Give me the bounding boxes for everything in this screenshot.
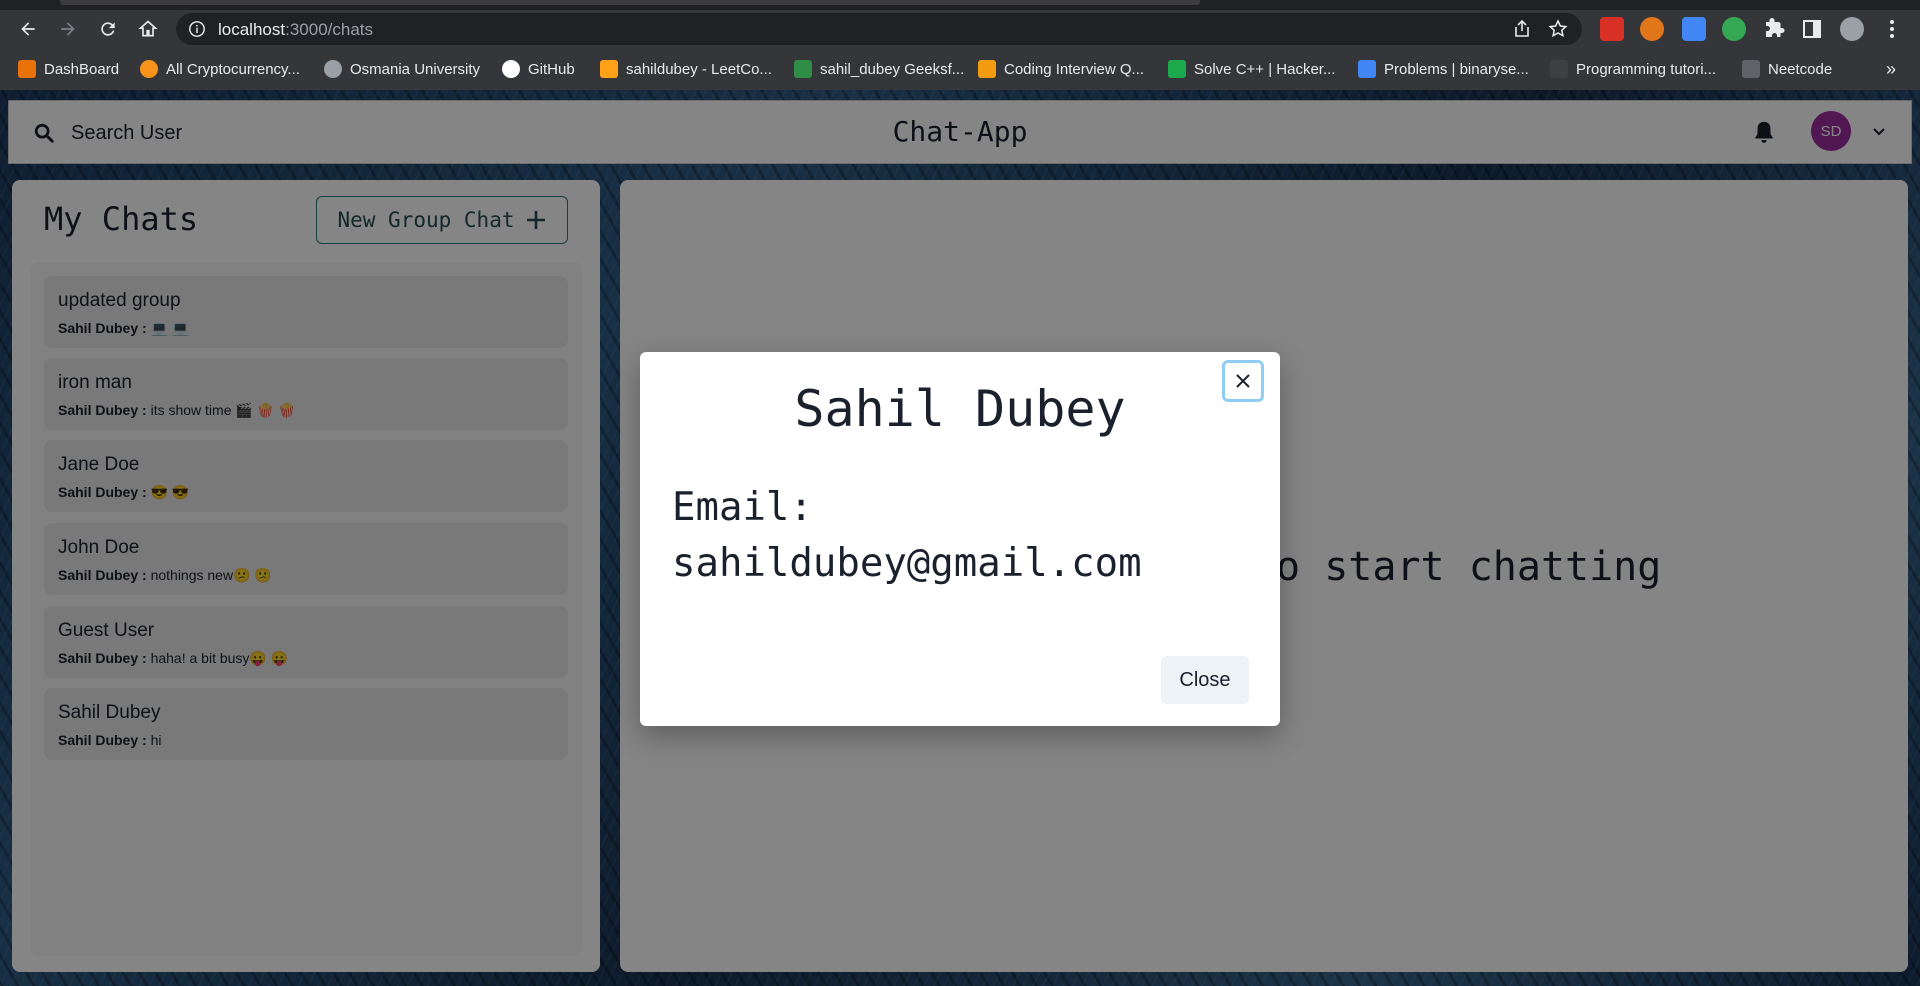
more-bookmarks-icon[interactable]: » xyxy=(1886,59,1896,79)
home-icon[interactable] xyxy=(134,15,162,43)
metamask-icon[interactable] xyxy=(1640,17,1664,41)
bookmark-binarysearch[interactable]: Problems | binaryse... xyxy=(1358,59,1529,79)
share-icon[interactable] xyxy=(1512,19,1532,39)
close-icon xyxy=(1236,374,1250,388)
leetcode-icon xyxy=(600,60,618,78)
modal-email: Email: sahildubey@gmail.com xyxy=(672,480,1252,592)
bookmark-osmania[interactable]: Osmania University xyxy=(324,59,480,79)
bookmark-dashboard[interactable]: DashBoard xyxy=(18,59,119,79)
bookmark-star-icon[interactable] xyxy=(1548,19,1568,39)
globe-icon xyxy=(324,60,342,78)
bitcoin-icon xyxy=(140,60,158,78)
bookmarks-bar: DashBoard All Cryptocurrency... Osmania … xyxy=(0,48,1920,90)
close-button[interactable]: Close xyxy=(1161,656,1249,704)
reload-icon[interactable] xyxy=(94,15,122,43)
hackerrank-icon xyxy=(1168,60,1186,78)
bookmark-neetcode[interactable]: Neetcode xyxy=(1742,59,1832,79)
bookmark-hackerrank[interactable]: Solve C++ | Hacker... xyxy=(1168,59,1335,79)
extension-icon-1[interactable] xyxy=(1600,17,1624,41)
email-label: Email: xyxy=(672,485,813,530)
bookmark-coding-interview[interactable]: Coding Interview Q... xyxy=(978,59,1144,79)
bookmark-leetcode[interactable]: sahildubey - LeetCo... xyxy=(600,59,772,79)
geeksforgeeks-icon xyxy=(794,60,812,78)
neetcode-icon xyxy=(1742,60,1760,78)
tab-scroll xyxy=(60,0,1200,5)
bookmark-crypto[interactable]: All Cryptocurrency... xyxy=(140,59,300,79)
address-bar[interactable]: localhost:3000/chats xyxy=(176,13,1582,45)
github-icon xyxy=(502,60,520,78)
bookmark-geeksforgeeks[interactable]: sahil_dubey Geeksf... xyxy=(794,59,964,79)
profile-modal: Sahil Dubey Email: sahildubey@gmail.com … xyxy=(640,352,1280,726)
codingninjas-icon xyxy=(978,60,996,78)
browser-tabstrip xyxy=(0,0,1920,10)
email-value: sahildubey@gmail.com xyxy=(672,541,1142,586)
url-text: localhost:3000/chats xyxy=(218,20,374,39)
extension-icon-4[interactable] xyxy=(1722,17,1746,41)
bookmark-favicon-icon xyxy=(1550,60,1568,78)
back-icon[interactable] xyxy=(14,15,42,43)
bookmark-github[interactable]: GitHub xyxy=(502,59,575,79)
side-panel-icon[interactable] xyxy=(1800,17,1824,41)
browser-toolbar: localhost:3000/chats xyxy=(0,10,1920,48)
extensions-puzzle-icon[interactable] xyxy=(1762,17,1786,41)
modal-close-x-button[interactable] xyxy=(1222,360,1264,402)
bookmark-favicon-icon xyxy=(18,60,36,78)
site-info-icon[interactable] xyxy=(188,20,206,38)
forward-icon[interactable] xyxy=(54,15,82,43)
bookmark-programming-tutorials[interactable]: Programming tutori... xyxy=(1550,59,1716,79)
menu-kebab-icon[interactable] xyxy=(1880,17,1904,41)
extension-icon-3[interactable] xyxy=(1682,17,1706,41)
profile-icon[interactable] xyxy=(1840,17,1864,41)
modal-title: Sahil Dubey xyxy=(794,380,1126,438)
binarysearch-icon xyxy=(1358,60,1376,78)
